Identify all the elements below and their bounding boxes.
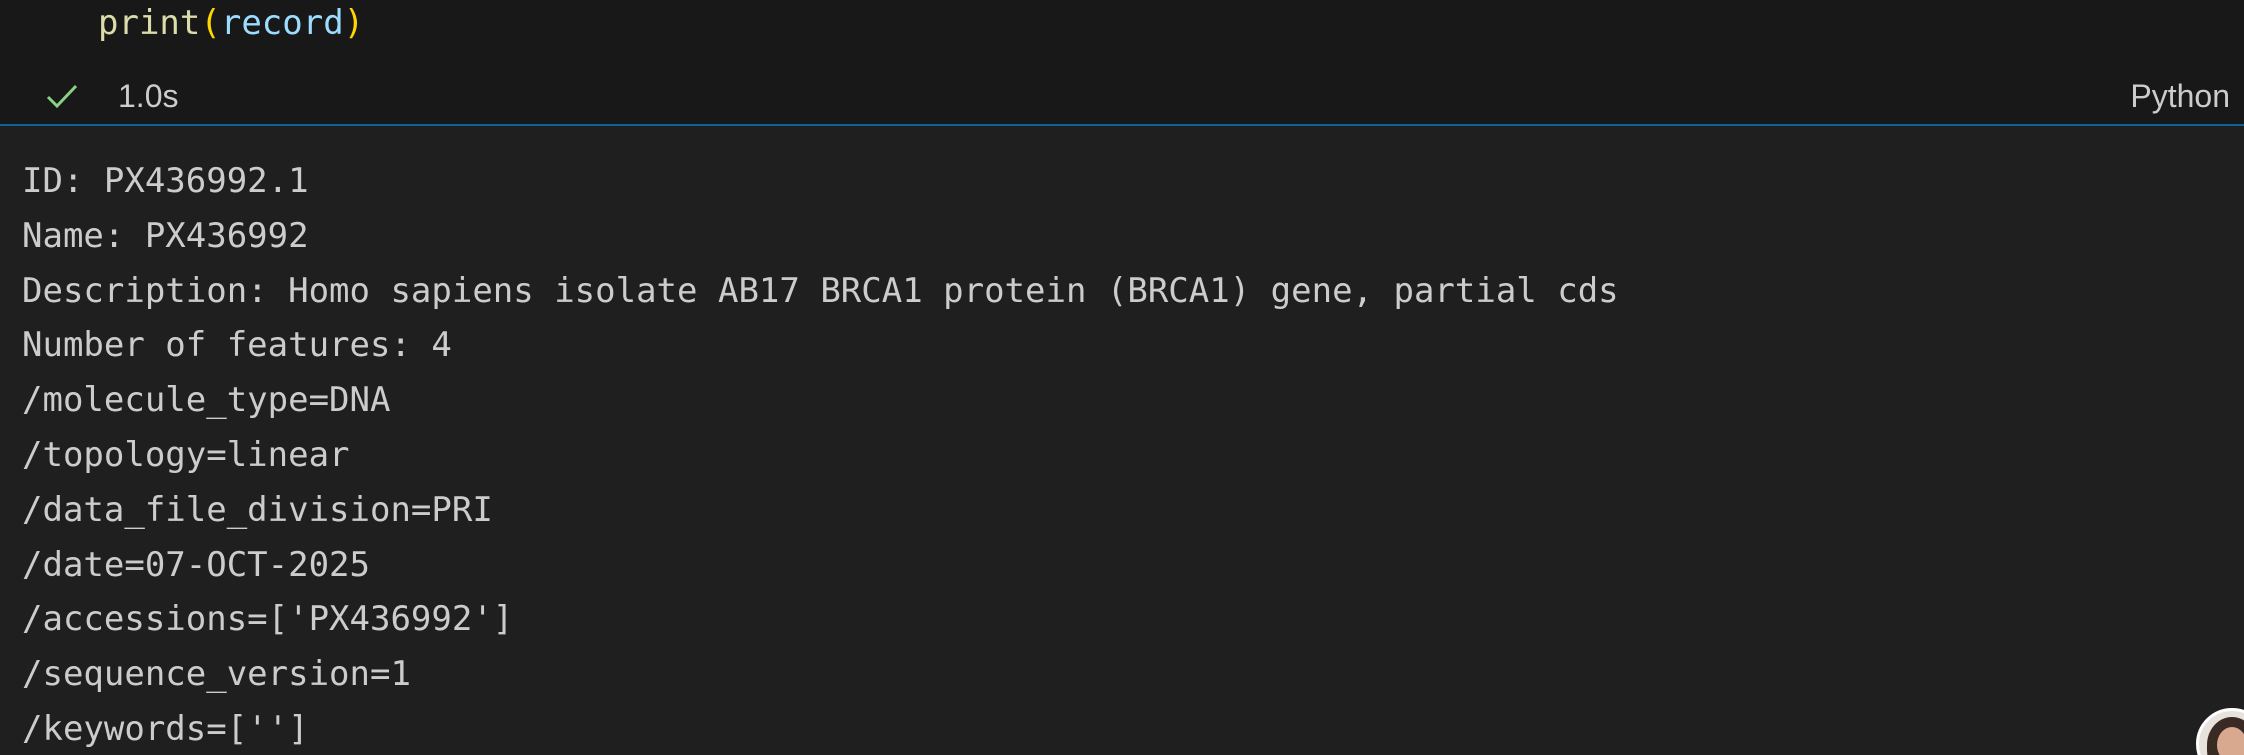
cell-status-bar: 1.0s Python (0, 68, 2244, 124)
output-line: Name: PX436992 (22, 215, 309, 256)
output-line: /accessions=['PX436992'] (22, 599, 514, 640)
check-icon (44, 78, 80, 114)
execution-time: 1.0s (118, 78, 179, 114)
output-line: /molecule_type=DNA (22, 380, 391, 421)
avatar-face (2217, 727, 2244, 755)
code-function-token: print (98, 3, 201, 43)
code-variable-token: record (220, 3, 344, 43)
output-line: Description: Homo sapiens isolate AB17 B… (22, 270, 1619, 311)
output-line: ID: PX436992.1 (22, 161, 309, 201)
code-paren-token: ) (343, 3, 365, 43)
output-line: /data_file_division=PRI (22, 489, 493, 530)
output-line: /sequence_version=1 (22, 654, 411, 695)
cell-output-divider (0, 124, 2244, 126)
avatar[interactable] (2196, 708, 2244, 755)
output-line: /date=07-OCT-2025 (22, 544, 370, 585)
output-line: /topology=linear (22, 434, 350, 475)
code-line[interactable]: print(record) (98, 0, 364, 48)
notebook-view: print(record) 1.0s Python ID: PX436992.1… (0, 0, 2244, 755)
code-paren-token: ( (200, 3, 221, 43)
output-line: /keywords=[''] (22, 708, 309, 749)
cell-language-indicator[interactable]: Python (2130, 68, 2230, 124)
code-cell[interactable]: print(record) 1.0s Python (0, 0, 2244, 124)
cell-output: ID: PX436992.1 Name: PX436992 Descriptio… (22, 154, 2202, 755)
output-line: Number of features: 4 (22, 325, 452, 366)
